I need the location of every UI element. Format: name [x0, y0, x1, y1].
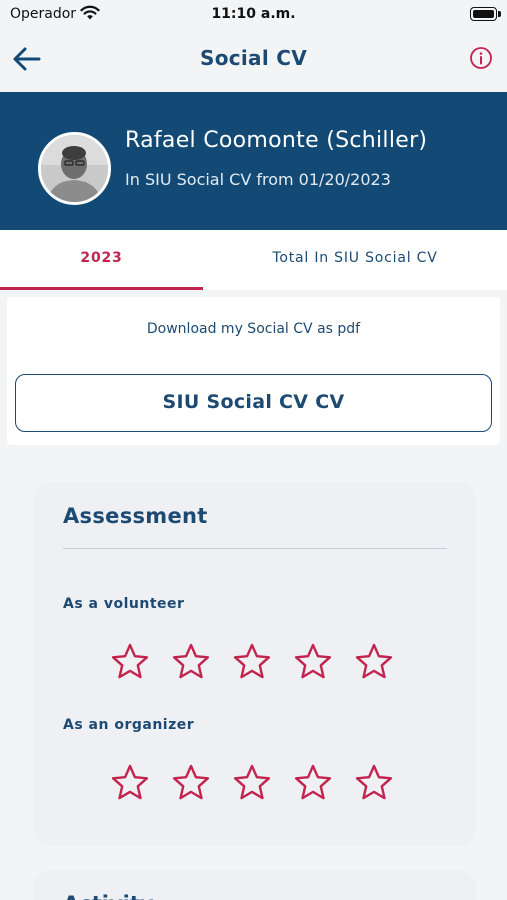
info-button[interactable]: [469, 46, 493, 70]
avatar: [38, 132, 111, 205]
star-icon: [355, 764, 393, 800]
assessment-title: Assessment: [63, 504, 208, 528]
divider: [63, 548, 447, 549]
status-bar: Operador 11:10 a.m.: [0, 0, 507, 30]
profile-banner: Rafael Coomonte (Schiller) In SIU Social…: [0, 92, 507, 230]
battery-icon: [470, 7, 501, 21]
star-icon: [294, 643, 332, 679]
tab-bar: 2023 Total In SIU Social CV: [0, 230, 507, 290]
profile-member-since: In SIU Social CV from 01/20/2023: [125, 170, 391, 189]
page-title: Social CV: [199, 46, 308, 70]
tab-2023[interactable]: 2023: [0, 230, 203, 290]
cv-button[interactable]: SIU Social CV CV: [15, 374, 492, 432]
star-icon: [294, 764, 332, 800]
activity-card: Activity: [33, 870, 476, 900]
info-circle-icon: [470, 47, 492, 69]
star-icon: [111, 764, 149, 800]
star-icon: [233, 764, 271, 800]
star-icon: [172, 643, 210, 679]
volunteer-stars: [110, 642, 410, 682]
organizer-rating-label: As an organizer: [63, 717, 195, 733]
organizer-stars: [110, 763, 410, 803]
clock: 11:10 a.m.: [211, 6, 296, 22]
download-card: Download my Social CV as pdf SIU Social …: [7, 297, 500, 445]
activity-title: Activity: [63, 892, 154, 900]
star-icon: [233, 643, 271, 679]
volunteer-rating-label: As a volunteer: [63, 596, 185, 612]
assessment-card: Assessment As a volunteer As an organize…: [33, 482, 476, 846]
nav-bar: Social CV: [0, 30, 507, 92]
download-pdf-link[interactable]: Download my Social CV as pdf: [7, 321, 500, 337]
star-icon: [355, 643, 393, 679]
tab-total[interactable]: Total In SIU Social CV: [203, 230, 507, 290]
profile-name: Rafael Coomonte (Schiller): [125, 128, 428, 153]
star-icon: [111, 643, 149, 679]
star-icon: [172, 764, 210, 800]
avatar-photo: [41, 135, 108, 202]
